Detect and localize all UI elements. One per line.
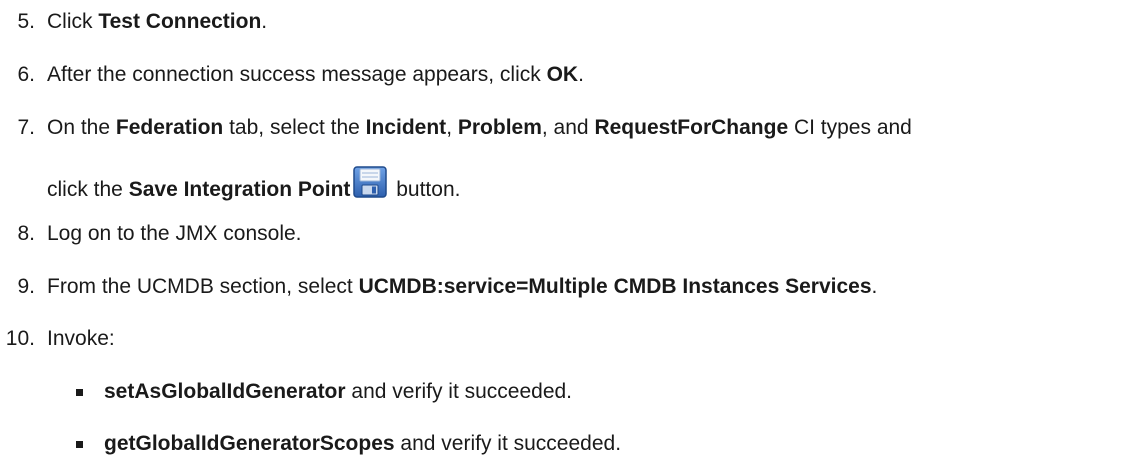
step-number: 7. — [17, 116, 35, 139]
ui-term-federation: Federation — [115, 116, 224, 139]
ui-term-requestforchange: RequestForChange — [594, 116, 789, 139]
step-text-line1: On the Federation tab, select the Incide… — [47, 116, 912, 140]
ui-term-ok: OK — [546, 63, 579, 86]
text-run: click the — [47, 178, 129, 201]
step-text: From the UCMDB section, select UCMDB:ser… — [47, 275, 877, 299]
text-run: Invoke: — [47, 327, 115, 350]
bullet-marker — [76, 389, 83, 396]
step-number: 8. — [17, 222, 35, 245]
step-text: After the connection success message app… — [47, 63, 584, 87]
text-run: . — [578, 63, 584, 86]
text-run: button. — [390, 178, 461, 201]
text-run: . — [261, 10, 268, 33]
step-text: Log on to the JMX console. — [47, 222, 302, 246]
bullet-text: getGlobalIdGeneratorScopes and verify it… — [104, 432, 621, 456]
step-text-line2: click the Save Integration Point button. — [47, 166, 460, 202]
text-run: Log on to the JMX console. — [47, 222, 302, 245]
ui-term-ucmdb-service: UCMDB:service=Multiple CMDB Instances Se… — [358, 275, 872, 298]
step-text: Invoke: — [47, 327, 115, 351]
text-run: and verify it succeeded. — [394, 432, 622, 455]
text-run: , — [446, 116, 458, 139]
bullet-marker — [76, 441, 83, 448]
text-run: , and — [541, 116, 595, 139]
ui-term-incident: Incident — [365, 116, 447, 139]
step-number: 9. — [17, 275, 35, 298]
text-run: On the — [47, 116, 116, 139]
ui-term-save-integration-point: Save Integration Point — [128, 178, 351, 201]
ui-term-test-connection: Test Connection — [98, 10, 262, 33]
bullet-text: setAsGlobalIdGenerator and verify it suc… — [104, 380, 572, 404]
ui-term-getglobalidgeneratorscopes: getGlobalIdGeneratorScopes — [104, 432, 395, 455]
step-text: Click Test Connection. — [47, 10, 267, 34]
step-number: 6. — [17, 63, 35, 86]
text-run: tab, select the — [223, 116, 366, 139]
ui-term-problem: Problem — [457, 116, 542, 139]
step-number: 10. — [5, 327, 35, 350]
text-run: and verify it succeeded. — [345, 380, 573, 403]
text-run: After the connection success message app… — [47, 63, 547, 86]
save-floppy-icon — [353, 166, 388, 198]
ui-term-setasglobalidgenerator: setAsGlobalIdGenerator — [104, 380, 346, 403]
text-run: Click — [47, 10, 99, 33]
step-number: 5. — [17, 10, 35, 33]
text-run: From the UCMDB section, select — [47, 275, 359, 298]
text-run: CI types and — [788, 116, 912, 139]
text-run: . — [871, 275, 878, 298]
